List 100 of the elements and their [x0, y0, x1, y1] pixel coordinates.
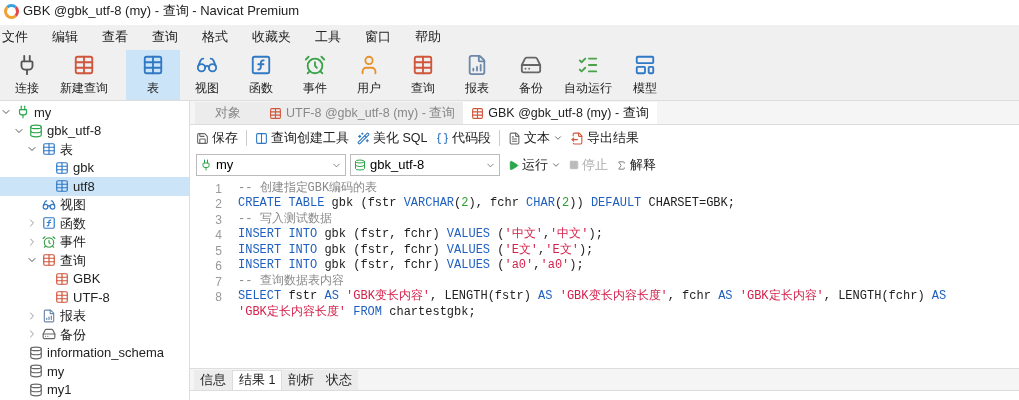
tree-item[interactable]: 事件 [0, 232, 189, 251]
toolbar-button[interactable]: 表 [126, 50, 180, 100]
plug-icon [16, 105, 30, 120]
toolbar-button[interactable]: 事件 [288, 50, 342, 100]
toolbar-button[interactable]: 报表 [450, 50, 504, 100]
editor-tab[interactable]: GBK @gbk_utf-8 (my) - 查询 [463, 102, 657, 124]
table-icon [55, 290, 69, 305]
table-icon [55, 179, 69, 194]
database-icon [29, 382, 43, 397]
explain-button[interactable]: 解释 [616, 155, 656, 175]
result-tab[interactable]: 剖析 [282, 370, 321, 390]
toolbar-button[interactable]: 自动运行 [558, 50, 618, 100]
tree-item[interactable]: 视图 [0, 195, 189, 214]
tree-item[interactable]: utf8 [0, 177, 189, 196]
code-line: INSERT INTO gbk (fstr, fchr) VALUES ('a0','a0'); [238, 257, 584, 274]
menu-item[interactable]: 收藏夹 [240, 27, 303, 47]
menu-item[interactable]: 查询 [140, 27, 190, 47]
toolbar-button[interactable]: 导出结果 [570, 128, 639, 148]
toolbar-button[interactable]: 查询创建工具 [255, 128, 349, 148]
table-icon [42, 142, 56, 157]
save-icon [196, 131, 209, 145]
toolbar-button[interactable]: 新建查询 [54, 50, 114, 100]
database-icon [354, 159, 366, 171]
tree-item[interactable]: 表 [0, 140, 189, 159]
menu-item[interactable]: 窗口 [353, 27, 403, 47]
app-logo-icon [4, 3, 19, 19]
tree-item[interactable]: 函数 [0, 214, 189, 233]
code-line: -- 查询数据表内容 [238, 272, 344, 290]
menu-item[interactable]: 帮助 [403, 27, 453, 47]
play-icon [508, 159, 519, 171]
line-number: 5 [215, 243, 222, 258]
tree-item[interactable]: gbk [0, 158, 189, 177]
code-line: SELECT fstr AS 'GBK变长内容', LENGTH(fstr) AS 'GBK变长内容长度', fchr AS 'GBK定长内容', LENGTH(fchr) AS [238, 288, 947, 305]
caret-icon [551, 160, 561, 170]
toolbar-button[interactable]: 函数 [234, 50, 288, 100]
tree-item[interactable]: my1 [0, 380, 189, 399]
glasses-icon [42, 197, 56, 212]
database-select[interactable]: gbk_utf-8 [350, 154, 500, 176]
report-icon [42, 308, 56, 323]
report-icon [466, 53, 488, 76]
code-line: INSERT INTO gbk (fstr, fchr) VALUES ('E文','E文'); [238, 241, 594, 259]
tree-item[interactable]: 报表 [0, 306, 189, 325]
code-line: CREATE TABLE gbk (fstr VARCHAR(2), fchr CHAR(2)) DEFAULT CHARSET=GBK; [238, 195, 735, 212]
connection-select[interactable]: my [196, 154, 346, 176]
line-number: 6 [215, 259, 222, 274]
table-icon [471, 106, 485, 120]
tree-item[interactable]: my [0, 362, 189, 381]
clock-icon [304, 53, 326, 76]
builder-icon [255, 131, 268, 145]
table-icon [55, 160, 69, 175]
function-icon [42, 216, 56, 231]
result-tab[interactable]: 信息 [194, 370, 232, 390]
tree-item[interactable]: gbk_utf-8 [0, 121, 189, 140]
line-number: 7 [215, 274, 222, 289]
toolbar-button[interactable]: 备份 [504, 50, 558, 100]
code-line: -- 写入测试数据 [238, 210, 332, 228]
toolbar-button[interactable]: 用户 [342, 50, 396, 100]
function-icon [250, 53, 272, 76]
braces-icon [435, 131, 449, 145]
menu-item[interactable]: 编辑 [40, 27, 90, 47]
table-icon [42, 253, 56, 268]
toolbar-button[interactable]: 查询 [396, 50, 450, 100]
toolbar-button[interactable]: 保存 [196, 128, 238, 148]
tree-item[interactable]: UTF-8 [0, 288, 189, 307]
toolbar-button[interactable]: 代码段 [435, 128, 491, 148]
menu-item[interactable]: 格式 [190, 27, 240, 47]
plug-icon [200, 159, 212, 171]
menu-item[interactable]: 工具 [303, 27, 353, 47]
clock-icon [42, 234, 56, 249]
document-icon [507, 131, 521, 145]
tree-item[interactable]: information_schema [0, 343, 189, 362]
line-number: 3 [215, 212, 222, 227]
wand-icon [357, 131, 370, 145]
result-tab[interactable]: 结果 1 [232, 370, 283, 390]
table-icon [412, 53, 434, 76]
database-icon [29, 345, 43, 360]
toolbar-button[interactable]: 连接 [0, 50, 54, 100]
caret-icon [552, 133, 563, 143]
toolbar-button[interactable]: 文本 [507, 128, 563, 148]
explain-icon [616, 159, 627, 171]
toolbar-button[interactable]: 模型 [618, 50, 672, 100]
menu-item[interactable]: 文件 [0, 27, 40, 47]
result-tab[interactable]: 状态 [320, 370, 359, 390]
database-icon [29, 364, 43, 379]
menu-item[interactable]: 查看 [90, 27, 140, 47]
toolbar-button[interactable]: 美化 SQL [357, 128, 428, 148]
tree-item[interactable]: my [0, 103, 189, 122]
table-icon [269, 106, 282, 120]
toolbar-button[interactable]: 视图 [180, 50, 234, 100]
tree-item[interactable]: 备份 [0, 325, 189, 344]
database-icon [29, 123, 43, 138]
run-button[interactable]: 运行 [508, 155, 561, 175]
line-number: 1 [215, 181, 222, 196]
line-number: 2 [215, 197, 222, 212]
code-line: INSERT INTO gbk (fstr, fchr) VALUES ('中文','中文'); [238, 226, 603, 243]
table-icon [55, 271, 69, 286]
tree-item[interactable]: GBK [0, 269, 189, 288]
code-line: -- 创建指定GBK编码的表 [238, 179, 378, 197]
tree-item[interactable]: 查询 [0, 251, 189, 270]
export-icon [570, 131, 584, 145]
